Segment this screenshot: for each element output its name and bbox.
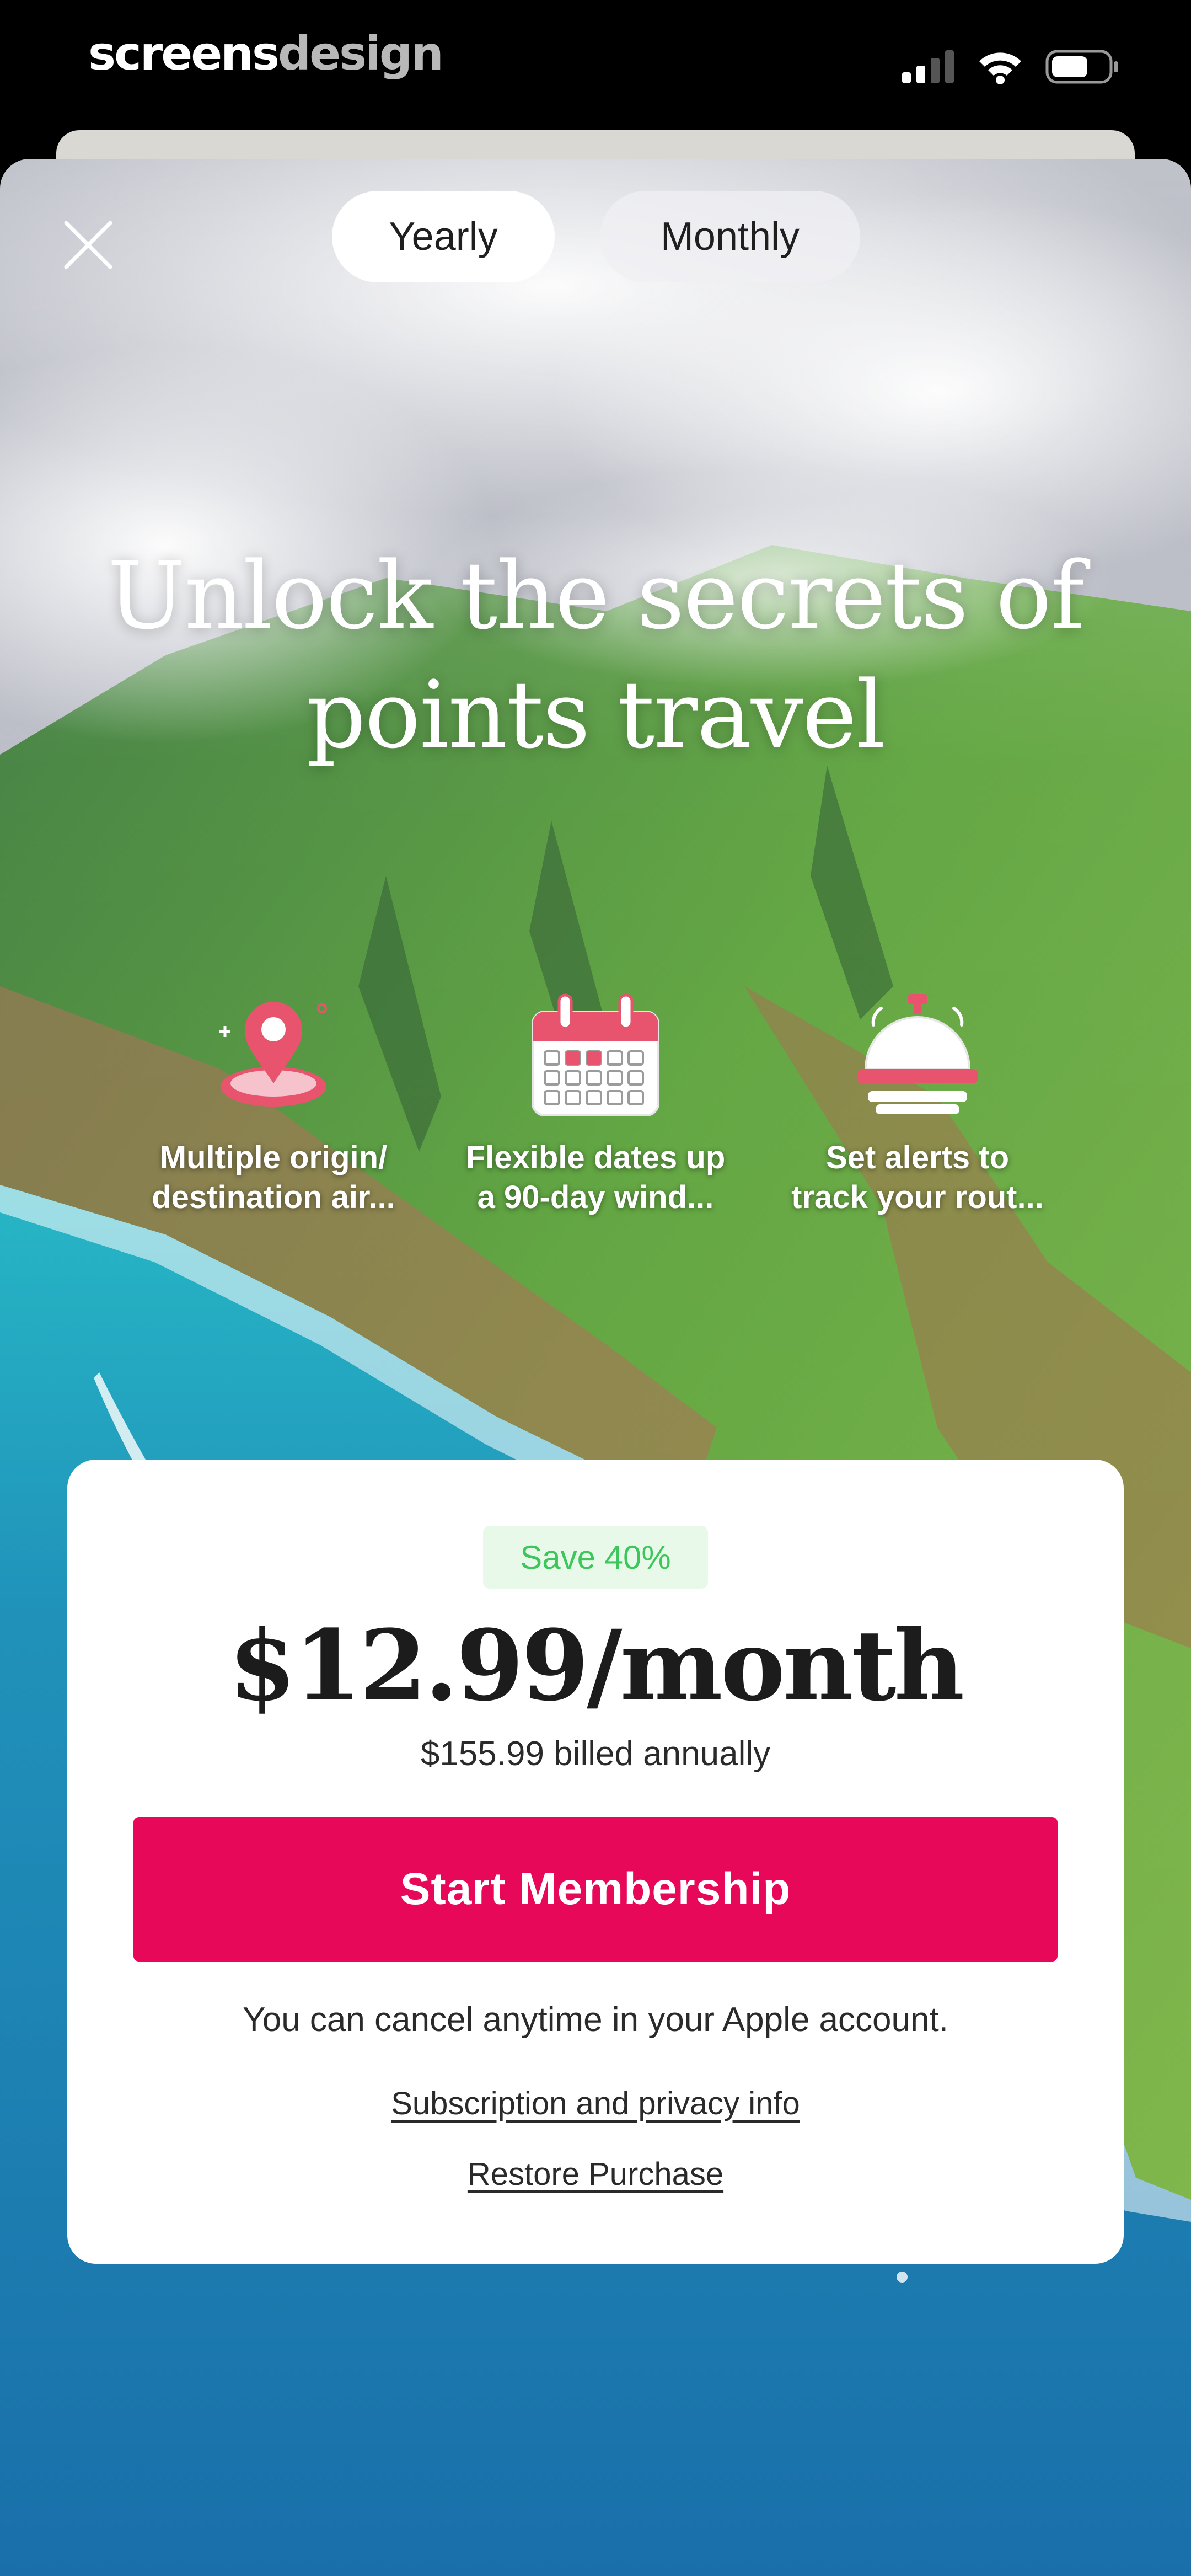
paywall-sheet: Yearly Monthly Unlock the secrets of poi…: [0, 159, 1191, 2576]
status-bar: screensdesign: [0, 0, 1191, 132]
price-label: $12.99/month: [228, 1608, 965, 1723]
restore-purchase-link: Restore Purchase: [67, 2156, 1124, 2193]
cancel-note: You can cancel anytime in your Apple acc…: [243, 2001, 948, 2039]
subscription-privacy-link-text[interactable]: Subscription and privacy info: [391, 2086, 800, 2121]
save-badge: Save 40%: [483, 1526, 708, 1589]
wifi-icon: [979, 52, 1021, 84]
calendar-icon: [532, 993, 659, 1116]
start-membership-button[interactable]: Start Membership: [133, 1817, 1058, 1962]
close-icon: [64, 221, 112, 269]
screensdesign-logo: screensdesign: [88, 26, 444, 81]
battery-icon: [1045, 50, 1118, 84]
feature-flexible-dates: Flexible dates up a 90-day wind...: [441, 986, 750, 1217]
feature-multiple-airports: Multiple origin/ destination air...: [119, 986, 428, 1217]
pricing-card: Save 40% $12.99/month $155.99 billed ann…: [67, 1460, 1124, 2264]
billing-note: $155.99 billed annually: [420, 1735, 771, 1773]
close-button[interactable]: [55, 212, 121, 278]
status-icons: [902, 47, 1119, 86]
service-bell-icon: [857, 994, 978, 1114]
feature-alerts: Set alerts to track your rout...: [763, 986, 1072, 1217]
tab-yearly[interactable]: Yearly: [332, 191, 555, 282]
map-pin-icon: [219, 1002, 327, 1107]
tab-monthly[interactable]: Monthly: [600, 191, 860, 282]
feature-label: Multiple origin/ destination air...: [152, 1140, 395, 1215]
feature-label: Flexible dates up a 90-day wind...: [465, 1140, 726, 1215]
feature-label: Set alerts to track your rout...: [791, 1140, 1044, 1215]
page-title: Unlock the secrets of points travel: [107, 542, 1085, 769]
restore-purchase-link-text[interactable]: Restore Purchase: [468, 2156, 723, 2192]
subscription-privacy-link: Subscription and privacy info: [67, 2085, 1124, 2122]
signal-icon: [902, 50, 954, 83]
